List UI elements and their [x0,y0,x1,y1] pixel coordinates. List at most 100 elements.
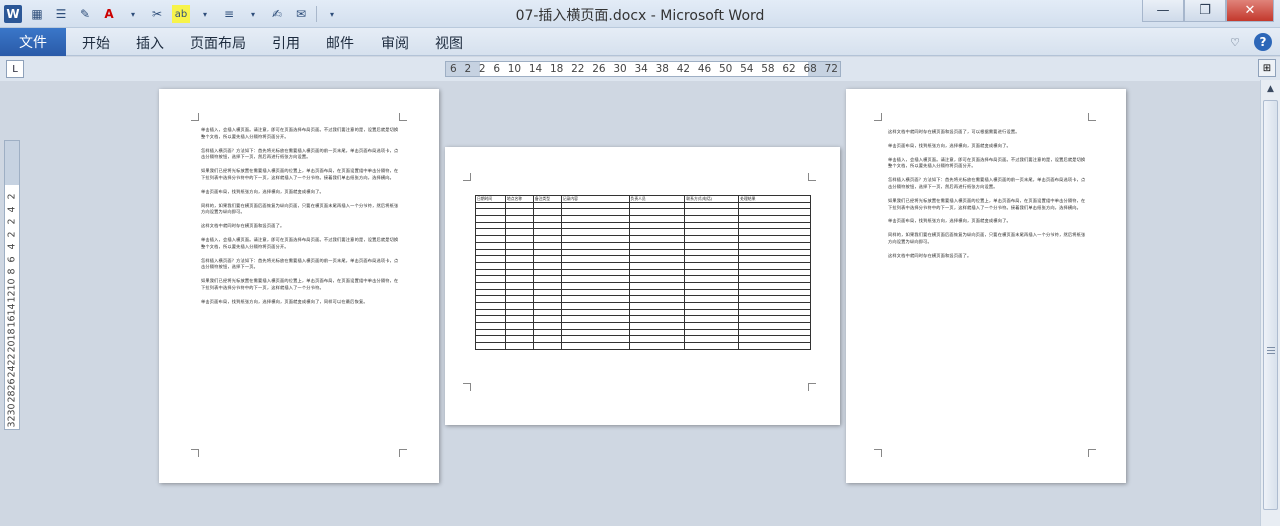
table-header-cell[interactable]: 联系方式(电话) [684,195,740,203]
paragraph[interactable]: 这样文档中就同时存在横页面和竖页面了。 [201,223,399,230]
table-cell[interactable] [475,208,506,217]
table-cell[interactable] [628,328,686,337]
table-cell[interactable] [532,261,562,270]
table-cell[interactable] [738,255,811,263]
paragraph[interactable]: 单击页面布局，找到纸张方向，选择横向，页面就变成横向了。 [888,143,1086,150]
table-cell[interactable] [560,208,630,217]
table-cell[interactable] [504,201,534,210]
tab-references[interactable]: 引用 [272,33,300,53]
table-cell[interactable] [560,215,630,223]
table-cell[interactable] [532,342,562,350]
table-cell[interactable] [560,201,630,210]
table-cell[interactable] [628,235,686,243]
table-cell[interactable] [532,288,562,297]
help-icon[interactable]: ? [1254,33,1272,51]
table-cell[interactable] [532,308,562,317]
paragraph[interactable]: 同样的，如果我们要在横页面后面恢复为纵向页面，只要在横页面末尾再插入一个分节符，… [888,232,1086,246]
table-cell[interactable] [504,275,534,283]
paragraph[interactable]: 怎样插入横页面？方法如下：首先将光标放在需要插入横页面的前一页末尾，单击页面布局… [201,258,399,272]
table-cell[interactable] [628,261,686,270]
table-cell[interactable] [475,328,506,337]
table-cell[interactable] [684,208,740,217]
table-cell[interactable] [560,308,630,317]
table-cell[interactable] [628,268,686,277]
tab-home[interactable]: 开始 [82,33,110,53]
table-cell[interactable] [532,208,562,217]
table-cell[interactable] [738,275,811,283]
paragraph[interactable]: 怎样插入横页面？方法如下：首先将光标放在需要插入横页面的前一页末尾，单击页面布局… [888,177,1086,191]
table-cell[interactable] [628,255,686,263]
table-cell[interactable] [684,221,740,230]
table-cell[interactable] [475,255,506,263]
table-cell[interactable] [532,235,562,243]
table-header-cell[interactable]: 处理结果 [738,195,811,203]
table-cell[interactable] [738,221,811,230]
table-cell[interactable] [628,248,686,257]
table-cell[interactable] [738,308,811,317]
table-cell[interactable] [560,275,630,283]
table-cell[interactable] [738,288,811,297]
table-cell[interactable] [532,268,562,277]
paragraph[interactable]: 怎样插入横页面？方法如下：首先将光标放在需要插入横页面的前一页末尾，单击页面布局… [201,148,399,162]
table-cell[interactable] [684,302,740,310]
table-cell[interactable] [532,328,562,337]
table-cell[interactable] [504,322,534,330]
table-cell[interactable] [504,215,534,223]
table-cell[interactable] [532,221,562,230]
document-table[interactable]: 日期时间 地点名称 备注类型 记录内容 负责人员 联系方式(电话) 处理结果 [475,195,811,350]
table-cell[interactable] [475,248,506,257]
table-cell[interactable] [532,315,562,324]
tab-selector-button[interactable]: L [6,60,24,78]
scroll-up-arrow-icon[interactable]: ▲ [1263,82,1278,96]
paragraph[interactable]: 这样文档中就同时存在横页面和竖页面了。 [888,253,1086,260]
table-cell[interactable] [560,335,630,344]
paragraph[interactable]: 如果我们已经将光标放置在需要插入横页面的位置上，单击页面布局，在页面设置组中单击… [201,168,399,182]
table-cell[interactable] [684,235,740,243]
table-cell[interactable] [504,295,534,303]
table-cell[interactable] [628,281,686,290]
table-cell[interactable] [628,288,686,297]
table-cell[interactable] [684,335,740,344]
table-cell[interactable] [475,221,506,230]
view-ruler-button[interactable]: ⊞ [1258,59,1276,77]
table-cell[interactable] [560,295,630,303]
paragraph[interactable]: 单击页面布局，找到纸张方向，选择横向，页面就变成横向了。 [201,189,399,196]
table-cell[interactable] [532,228,562,237]
table-cell[interactable] [684,248,740,257]
page-body-text[interactable]: 这样文档中就同时存在横页面和竖页面了，可以根据需要进行设置。 单击页面布局，找到纸… [888,129,1086,267]
table-cell[interactable] [738,248,811,257]
table-cell[interactable] [628,342,686,350]
table-cell[interactable] [475,215,506,223]
table-cell[interactable] [475,235,506,243]
table-cell[interactable] [475,241,506,250]
table-cell[interactable] [738,241,811,250]
table-cell[interactable] [684,268,740,277]
restore-button[interactable]: ❐ [1184,0,1226,22]
table-cell[interactable] [475,275,506,283]
table-cell[interactable] [475,295,506,303]
paragraph[interactable]: 这样文档中就同时存在横页面和竖页面了，可以根据需要进行设置。 [888,129,1086,136]
table-cell[interactable] [560,235,630,243]
paragraph[interactable]: 单击插入，会插入横页面。请注意，即可在页面选择布局页面。不过我们要注意的是，设置… [888,157,1086,171]
tab-file[interactable]: 文件 [0,28,66,56]
table-cell[interactable] [532,275,562,283]
table-cell[interactable] [504,328,534,337]
table-cell[interactable] [504,261,534,270]
table-cell[interactable] [504,255,534,263]
table-cell[interactable] [504,315,534,324]
table-cell[interactable] [738,335,811,344]
table-cell[interactable] [475,315,506,324]
table-cell[interactable] [532,215,562,223]
paragraph[interactable]: 同样的，如果我们要在横页面后面恢复为纵向页面，只要在横页面末尾再插入一个分节符，… [201,203,399,217]
table-cell[interactable] [560,302,630,310]
table-cell[interactable] [532,281,562,290]
table-cell[interactable] [560,228,630,237]
page-body-text[interactable]: 单击插入，会插入横页面。请注意，即可在页面选择布局页面。不过我们要注意的是，设置… [201,127,399,313]
table-cell[interactable] [684,308,740,317]
table-cell[interactable] [532,241,562,250]
table-cell[interactable] [504,228,534,237]
tab-mailings[interactable]: 邮件 [326,33,354,53]
table-cell[interactable] [532,295,562,303]
paragraph[interactable]: 单击页面布局，找到纸张方向，选择横向，页面就变成横向了，同样可以在最后恢复。 [201,299,399,306]
table-cell[interactable] [628,221,686,230]
